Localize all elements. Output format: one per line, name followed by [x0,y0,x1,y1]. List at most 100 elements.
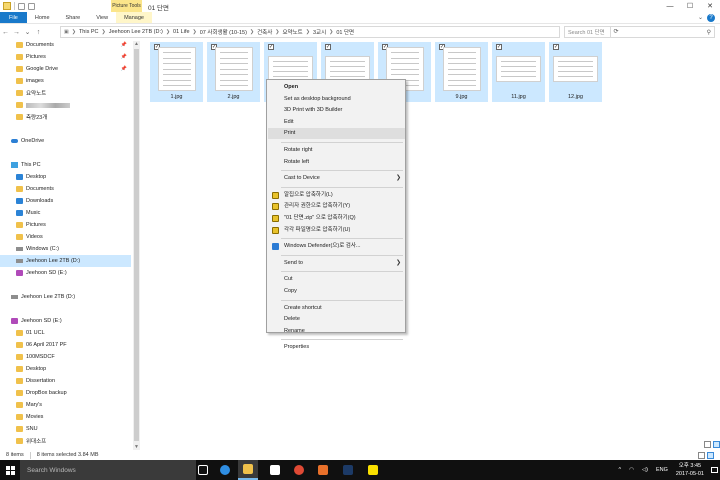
sidebar-item[interactable]: 측량23개 [0,111,131,123]
tab-file[interactable]: File [0,12,27,23]
clock[interactable]: 오후 3:45 2017-05-01 [672,462,708,478]
input-method[interactable]: ENG [652,467,672,473]
menu-item[interactable]: Print [268,128,405,140]
wifi-icon[interactable]: ◠ [625,467,638,473]
sidebar-item[interactable]: Jeehoon Lee 2TB (D:) [0,255,131,267]
taskbar-kakaotalk[interactable] [363,460,383,480]
menu-item[interactable]: Edit [268,117,405,128]
sidebar-item[interactable]: This PC [0,159,131,171]
details-layout-button[interactable] [698,451,705,459]
sidebar-item[interactable]: 06 April 2017 PF [0,339,131,351]
file-thumbnail[interactable]: ✓ 12.jpg [549,42,602,102]
taskbar-app-orange[interactable] [313,460,333,480]
help-icon[interactable]: ? [707,13,715,22]
sidebar-item[interactable]: Jeehoon SD (E:) [0,315,131,327]
sidebar-item[interactable]: Google Drive 📌 [0,63,131,75]
select-checkbox[interactable]: ✓ [553,44,559,50]
large-icons-view-button[interactable] [713,441,720,448]
breadcrumb-architect[interactable]: 건축사 [257,28,272,36]
breadcrumb-period-3[interactable]: 3교시 [313,28,326,36]
scrollbar-thumb[interactable] [134,49,139,441]
taskbar-file-explorer[interactable] [238,460,258,480]
menu-item[interactable]: 알집으로 압축하기(L) [268,190,405,201]
start-button[interactable] [0,460,20,480]
breadcrumb-this-pc[interactable]: This PC [79,29,99,35]
sidebar-item[interactable]: Pictures [0,219,131,231]
select-checkbox[interactable]: ✓ [325,44,331,50]
taskbar-search-input[interactable]: Search Windows [27,467,76,474]
search-box[interactable]: Search 01 단면 ⚲ [564,26,715,38]
maximize-button[interactable]: ☐ [680,0,700,12]
back-button[interactable]: ← [0,29,11,36]
sidebar-item[interactable]: Movies [0,411,131,423]
sidebar-item[interactable]: Pictures 📌 [0,51,131,63]
volume-icon[interactable]: ◁) [638,467,652,473]
menu-item[interactable]: Open [268,82,405,93]
sidebar-item[interactable]: Dissertation [0,375,131,387]
tab-share[interactable]: Share [58,12,89,23]
menu-item[interactable]: Create shortcut [268,303,405,314]
minimize-button[interactable]: — [660,0,680,12]
action-center-button[interactable] [708,460,720,480]
sidebar-item[interactable]: SNU [0,423,131,435]
sidebar-item[interactable]: 01 UCL [0,327,131,339]
sidebar-item[interactable]: Windows (C:) [0,243,131,255]
sidebar-item[interactable]: OneDrive [0,135,131,147]
sidebar-item[interactable]: Desktop [0,171,131,183]
close-button[interactable]: ✕ [700,0,720,12]
search-input[interactable]: Search 01 단면 [568,28,605,36]
menu-item[interactable]: Send to ❯ [268,258,405,269]
scroll-up-icon[interactable]: ▲ [133,41,140,47]
forward-button[interactable]: → [11,29,22,36]
menu-item[interactable]: Cast to Device ❯ [268,173,405,184]
new-folder-quick-button[interactable] [28,2,35,10]
sidebar-item[interactable]: Desktop [0,363,131,375]
breadcrumb-01-life[interactable]: 01 Life [173,29,190,35]
sidebar-item[interactable]: 위대소프 [0,435,131,447]
sidebar-item[interactable]: Mary's [0,399,131,411]
select-checkbox[interactable]: ✓ [268,44,274,50]
breadcrumb-social-life[interactable]: 07 사회생활 (10-15) [200,28,247,36]
menu-item[interactable]: Cut [268,274,405,285]
menu-item[interactable]: "01 단면.zip" 으로 압축하기(Q) [268,213,405,224]
tab-home[interactable]: Home [27,12,58,23]
thumbnails-layout-button[interactable] [707,451,714,459]
details-view-button[interactable] [704,441,711,448]
menu-item[interactable]: Copy [268,286,405,297]
sidebar-item[interactable]: 100MSDCF [0,351,131,363]
taskbar-edge[interactable] [215,460,235,480]
menu-item[interactable]: Delete [268,314,405,325]
sidebar-item[interactable] [0,99,131,111]
taskbar-store[interactable] [265,460,285,480]
menu-item[interactable]: Rotate right [268,145,405,156]
menu-item[interactable]: 관리자 권한으로 압축하기(Y) [268,201,405,212]
properties-quick-button[interactable] [18,2,25,10]
menu-item[interactable]: Rotate left [268,157,405,168]
sidebar-item[interactable]: Downloads [0,195,131,207]
sidebar-item[interactable]: Jeehoon Lee 2TB (D:) [0,291,131,303]
taskbar-photoshop[interactable] [338,460,358,480]
file-thumbnail[interactable]: ✓ 11.jpg [492,42,545,102]
tab-manage[interactable]: Manage [116,12,152,23]
sidebar-item[interactable]: images [0,75,131,87]
taskbar-chrome[interactable] [289,460,309,480]
breadcrumb-current[interactable]: 01 단면 [336,28,354,36]
sidebar-item[interactable]: Music [0,207,131,219]
sidebar-item[interactable]: DropBox backup [0,387,131,399]
sidebar-item[interactable]: Videos [0,231,131,243]
sidebar-item[interactable]: Documents 📌 [0,39,131,51]
sidebar-scrollbar[interactable]: ▲ ▼ [133,41,140,450]
chevron-down-icon[interactable]: ⌄ [698,14,703,21]
file-thumbnail[interactable]: ✓1.jpg [150,42,203,102]
menu-item[interactable]: 3D Print with 3D Builder [268,105,405,116]
file-thumbnail[interactable]: ✓2.jpg [207,42,260,102]
tab-view[interactable]: View [88,12,116,23]
recent-locations-button[interactable]: ⌄ [22,28,33,36]
select-checkbox[interactable]: ✓ [496,44,502,50]
menu-item[interactable]: Windows Defender(으)로 검사... [268,241,405,252]
menu-item[interactable]: Rename [268,326,405,337]
breadcrumb-summary-notes[interactable]: 요약노트 [283,28,303,36]
taskbar-search[interactable]: Search Windows [20,460,196,480]
address-bar[interactable]: ▣ ❯ This PC ❯ Jeehoon Lee 2TB (D:) ❯ 01 … [60,26,619,38]
menu-item[interactable]: Properties [268,342,405,353]
